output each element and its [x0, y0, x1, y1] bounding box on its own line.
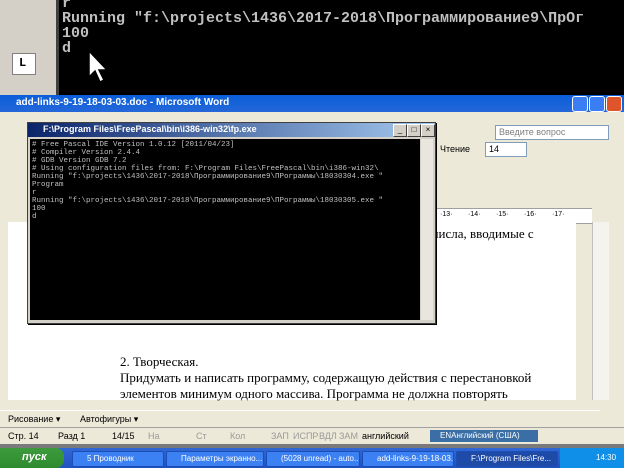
console-line: r	[32, 189, 37, 197]
bg-side-panel	[0, 0, 59, 95]
doc-line: элементов минимум одного массива. Програ…	[120, 386, 508, 401]
ruler-number: ·13·	[440, 211, 453, 218]
close-button[interactable]	[606, 96, 622, 112]
console-title: F:\Program Files\FreePascal\bin\i386-win…	[43, 124, 257, 134]
autoshapes-button[interactable]: Автофигуры ▾	[80, 414, 138, 425]
ruler-number: ·14·	[468, 211, 481, 218]
console-line: 100	[32, 205, 46, 213]
maximize-button[interactable]	[589, 96, 605, 112]
draw-menu-button[interactable]: Рисование ▾	[8, 414, 60, 425]
console-line: Running "f:\projects\1436\2017-2018\Прог…	[32, 197, 384, 205]
status-rec[interactable]: ЗАП	[271, 431, 289, 441]
console-line: Program	[32, 181, 64, 189]
console-minimize-button[interactable]: _	[393, 124, 407, 137]
system-tray: 14:30	[560, 448, 624, 468]
taskbar-item[interactable]: (5028 unread) - auto...	[266, 451, 360, 467]
vertical-scrollbar[interactable]	[592, 222, 609, 400]
console-window[interactable]: F:\Program Files\FreePascal\bin\i386-win…	[27, 122, 436, 324]
font-size-box[interactable]: 14	[485, 142, 527, 157]
ruler-number: ·17·	[552, 211, 565, 218]
status-pages: 14/15	[112, 431, 135, 441]
doc-line: Придумать и написать программу, содержащ…	[120, 370, 532, 385]
taskbar-item[interactable]: add-links-9-19-18-03...	[362, 451, 454, 467]
bg-console-line: 100	[62, 25, 90, 42]
console-line: # GDB Version GDB 7.2	[32, 157, 127, 165]
word-titlebar[interactable]: add-links-9-19-18-03-03.doc - Microsoft …	[0, 95, 624, 112]
console-line: d	[32, 213, 37, 221]
taskbar-item-active[interactable]: F:\Program Files\Fre...	[456, 451, 558, 467]
minimize-button[interactable]	[572, 96, 588, 112]
console-output[interactable]: # Free Pascal IDE Version 1.0.12 [2011/0…	[30, 139, 420, 320]
bg-console-line: d	[62, 40, 72, 57]
console-close-button[interactable]: ×	[421, 124, 435, 137]
status-col: Кол	[230, 431, 246, 441]
console-line: Running "f:\projects\1436\2017-2018\Прог…	[32, 173, 384, 181]
start-button[interactable]: пуск	[0, 448, 64, 468]
console-line: # Free Pascal IDE Version 1.0.12 [2011/0…	[32, 141, 235, 149]
reading-button[interactable]: Чтение	[440, 144, 470, 154]
console-maximize-button[interactable]: □	[407, 124, 421, 137]
doc-line: 2. Творческая.	[120, 354, 199, 369]
status-ovr[interactable]: ЗАМ	[339, 431, 358, 441]
word-title: add-links-9-19-18-03-03.doc - Microsoft …	[16, 97, 230, 108]
ask-question-input[interactable]: Введите вопрос	[495, 125, 609, 140]
console-line: # Using configuration files from: F:\Pro…	[32, 165, 379, 173]
clock: 14:30	[596, 453, 617, 462]
bg-console-line: Running "f:\projects\1436\2017-2018\Прог…	[62, 10, 585, 27]
console-scrollbar[interactable]	[421, 139, 433, 320]
console-titlebar[interactable]: F:\Program Files\FreePascal\bin\i386-win…	[28, 123, 435, 137]
status-at: На	[148, 431, 160, 441]
status-language: английский	[362, 431, 409, 441]
status-ext[interactable]: ВДЛ	[319, 431, 337, 441]
status-ln: Ст	[196, 431, 207, 441]
status-trk[interactable]: ИСПР	[293, 431, 318, 441]
console-line: # Compiler Version 2.4.4	[32, 149, 141, 157]
language-bar[interactable]: ENАнглийский (США)	[430, 430, 538, 442]
doc-line: числа, вводимые с	[432, 226, 534, 241]
ruler-number: ·16·	[524, 211, 537, 218]
document-margin	[0, 222, 8, 400]
drawing-toolbar: Рисование ▾ Автофигуры ▾	[0, 410, 600, 427]
mouse-cursor-icon	[88, 50, 109, 84]
status-page: Стр. 14	[8, 431, 39, 441]
taskbar-item[interactable]: Параметры экранно...	[166, 451, 264, 467]
ruler-number: ·15·	[496, 211, 509, 218]
bg-window-icon: L	[12, 53, 36, 75]
status-section: Разд 1	[58, 431, 86, 441]
taskbar-item[interactable]: 5 Проводник	[72, 451, 164, 467]
